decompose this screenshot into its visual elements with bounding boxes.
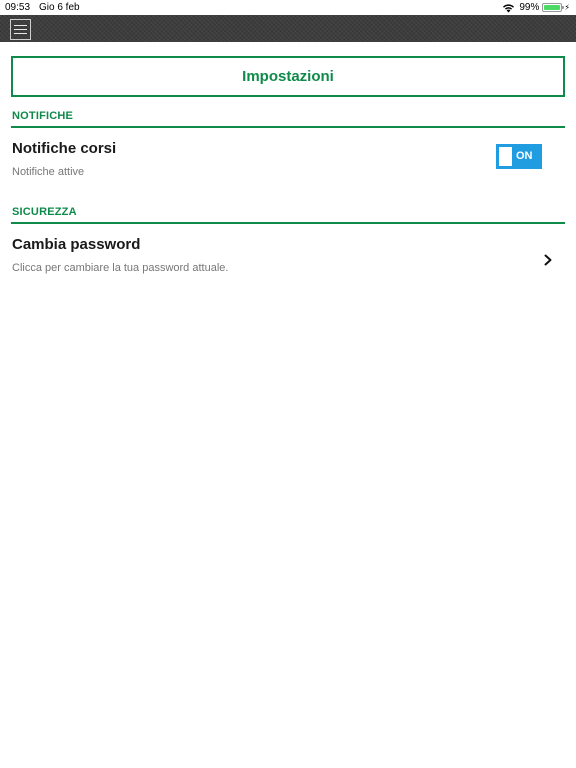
page-title: Impostazioni [242,68,334,85]
section-divider [11,126,565,128]
section-header-security: SICUREZZA [12,206,77,218]
battery-percent: 99% [519,2,540,13]
navbar [0,15,576,42]
toggle-label: ON [516,150,533,162]
battery-icon [542,3,565,12]
notifications-toggle[interactable]: ON [496,144,542,169]
row-subtitle: Notifiche attive [12,166,85,178]
row-title: Cambia password [12,236,141,253]
page-title-box: Impostazioni [11,56,565,97]
status-time: 09:53 [5,2,31,13]
row-title: Notifiche corsi [12,140,117,157]
toggle-knob [499,147,512,166]
section-divider [11,222,565,224]
status-date: Gio 6 feb [39,2,80,13]
status-bar: 09:53 Gio 6 feb 99% ⚡ [0,0,576,15]
charging-icon: ⚡ [564,3,570,12]
hamburger-menu-icon[interactable] [10,19,31,40]
section-header-notifications: NOTIFICHE [12,110,74,122]
chevron-right-icon[interactable] [542,253,554,267]
battery-fill [544,5,561,10]
status-indicators: 99% ⚡ [502,1,570,14]
row-subtitle: Clicca per cambiare la tua password attu… [12,262,229,274]
wifi-icon [503,3,515,12]
